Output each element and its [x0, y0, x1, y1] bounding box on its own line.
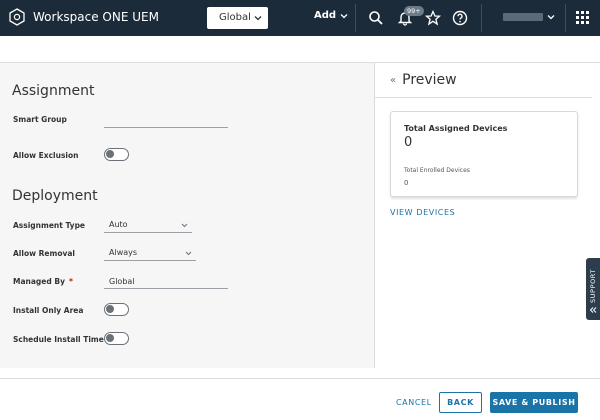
allow-exclusion-toggle[interactable] [104, 148, 129, 161]
required-marker: * [68, 277, 73, 286]
collapse-double-chevron-icon[interactable]: « [390, 75, 396, 86]
toggle-knob [106, 334, 114, 342]
managed-by-label-text: Managed By [13, 277, 65, 286]
schedule-install-time-label: Schedule Install Time [13, 335, 104, 344]
toggle-knob [106, 305, 114, 313]
smart-group-label: Smart Group [13, 115, 67, 124]
allow-exclusion-label: Allow Exclusion [13, 151, 79, 160]
install-only-area-label: Install Only Area [13, 306, 84, 315]
header-divider [565, 4, 566, 32]
assigned-devices-card: Total Assigned Devices 0 Total Enrolled … [390, 111, 578, 197]
header-divider [355, 4, 356, 32]
panel-divider [374, 63, 375, 368]
allow-removal-value: Always [109, 248, 138, 257]
assignment-section-title: Assignment [12, 83, 95, 99]
support-tab[interactable]: SUPPORT [586, 258, 600, 320]
chevron-down-icon [254, 16, 262, 21]
header-divider [481, 4, 482, 32]
app-title: Workspace ONE UEM [33, 10, 159, 24]
preview-divider [375, 97, 592, 98]
allow-removal-label: Allow Removal [13, 249, 75, 258]
toggle-knob [106, 150, 114, 158]
chevron-down-icon [340, 13, 348, 18]
enrolled-devices-label: Total Enrolled Devices [404, 167, 470, 174]
chevron-down-icon [185, 251, 192, 256]
organization-group-select[interactable]: Global [207, 7, 268, 29]
chevron-down-icon [181, 223, 188, 228]
deployment-section-title: Deployment [12, 188, 98, 204]
view-devices-link[interactable]: VIEW DEVICES [390, 208, 455, 217]
top-header: Workspace ONE UEM Global Add 99+ [0, 0, 600, 36]
assignment-type-label: Assignment Type [13, 221, 86, 230]
brand[interactable]: Workspace ONE UEM [8, 8, 159, 26]
back-button[interactable]: BACK [439, 392, 482, 413]
assigned-devices-count: 0 [404, 135, 413, 150]
save-and-publish-button[interactable]: SAVE & PUBLISH [490, 392, 578, 413]
star-icon[interactable] [425, 10, 441, 26]
workspace-one-logo-icon [9, 8, 25, 26]
double-chevron-left-icon [589, 307, 597, 313]
install-only-area-toggle[interactable] [104, 303, 129, 316]
card-title: Total Assigned Devices [404, 124, 508, 133]
managed-by-label: Managed By * [13, 277, 73, 286]
add-menu-label: Add [314, 10, 337, 21]
schedule-install-time-toggle[interactable] [104, 332, 129, 345]
assignment-type-select[interactable]: Auto [104, 219, 192, 233]
support-tab-label: SUPPORT [589, 268, 597, 304]
user-menu[interactable] [503, 13, 555, 21]
notification-badge: 99+ [404, 6, 424, 16]
assignment-form-panel [0, 63, 375, 368]
chevron-down-icon [547, 15, 555, 20]
search-icon[interactable] [368, 10, 384, 26]
org-select-value: Global [219, 12, 251, 23]
assignment-type-value: Auto [109, 220, 128, 229]
preview-header: « Preview [390, 72, 457, 88]
page-subheader [0, 36, 600, 62]
add-menu[interactable]: Add [314, 10, 348, 21]
help-icon[interactable] [452, 10, 468, 26]
allow-removal-select[interactable]: Always [104, 247, 196, 261]
preview-title: Preview [402, 72, 457, 88]
enrolled-devices-count: 0 [404, 179, 409, 187]
cancel-button[interactable]: CANCEL [396, 398, 432, 407]
smart-group-input[interactable] [104, 114, 228, 128]
managed-by-input[interactable]: Global [104, 275, 228, 289]
apps-grid-icon[interactable] [576, 11, 589, 24]
user-name-redacted [503, 13, 543, 21]
